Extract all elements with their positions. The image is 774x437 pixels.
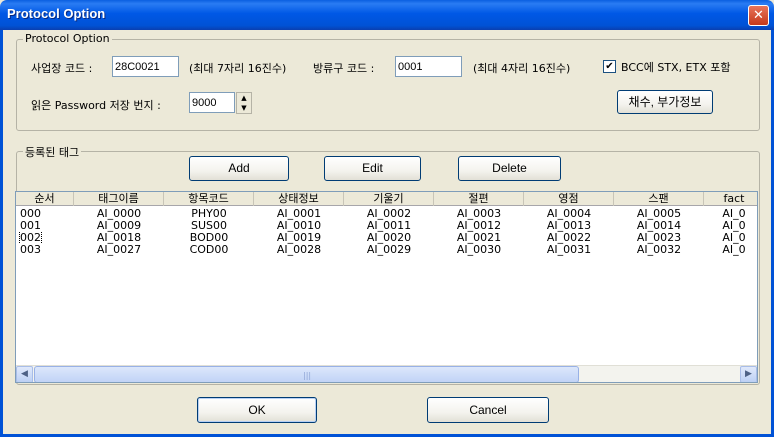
- column-header-span[interactable]: 스팬: [614, 192, 704, 206]
- scrollbar-grip-icon: |||: [303, 371, 312, 380]
- column-header-tag-name[interactable]: 태그이름: [74, 192, 164, 206]
- window-title: Protocol Option: [7, 6, 106, 21]
- table-cell: AI_0010: [276, 220, 322, 232]
- bcc-checkbox[interactable]: ✔: [603, 60, 616, 73]
- table-cell: 000: [20, 208, 41, 220]
- close-button[interactable]: ✕: [748, 5, 769, 26]
- protocol-option-legend: Protocol Option: [23, 32, 112, 45]
- site-code-hint: (최대 7자리 16진수): [189, 62, 287, 75]
- edit-button[interactable]: Edit: [324, 156, 421, 181]
- table-row[interactable]: 001 AI_0009 SUS00 AI_0010 AI_0011 AI_0012 AI_0…: [16, 220, 757, 232]
- table-cell: AI_0003: [456, 208, 502, 220]
- column-header-status[interactable]: 상태정보: [254, 192, 344, 206]
- tag-list-view[interactable]: 순서 태그이름 항목코드 상태정보 기울기 절편 영점 스팬 fact 000 A…: [15, 191, 758, 383]
- list-header: 순서 태그이름 항목코드 상태정보 기울기 절편 영점 스팬 fact: [16, 192, 757, 206]
- table-cell: AI_0023: [636, 232, 682, 244]
- bcc-checkbox-label: BCC에 STX, ETX 포함: [621, 61, 731, 74]
- table-cell: AI_0012: [456, 220, 502, 232]
- outlet-code-label: 방류구 코드 :: [313, 62, 375, 75]
- table-cell: AI_0001: [276, 208, 322, 220]
- table-cell: AI_0013: [546, 220, 592, 232]
- table-cell: AI_0030: [456, 244, 502, 256]
- table-cell: AI_0028: [276, 244, 322, 256]
- table-cell: AI_0014: [636, 220, 682, 232]
- column-header-zero[interactable]: 영점: [524, 192, 614, 206]
- scroll-right-icon[interactable]: ▶: [740, 366, 757, 382]
- spin-down-icon[interactable]: ▼: [237, 103, 251, 113]
- spin-up-icon[interactable]: ▲: [237, 93, 251, 103]
- protocol-option-group: [16, 39, 760, 131]
- table-cell: AI_0032: [636, 244, 682, 256]
- table-cell: AI_0009: [96, 220, 142, 232]
- registered-tags-legend: 등록된 태그: [23, 144, 82, 160]
- site-code-input[interactable]: [112, 56, 179, 77]
- table-cell: AI_0018: [96, 232, 142, 244]
- table-cell: AI_0000: [96, 208, 142, 220]
- outlet-code-hint: (최대 4자리 16진수): [473, 62, 571, 75]
- site-code-label: 사업장 코드 :: [31, 62, 93, 75]
- column-header-slope[interactable]: 기울기: [344, 192, 434, 206]
- table-cell: 002: [16, 232, 74, 244]
- focused-cell-text: 002: [19, 232, 42, 244]
- table-cell: AI_0: [722, 208, 746, 220]
- column-header-order[interactable]: 순서: [16, 192, 74, 206]
- column-header-item-code[interactable]: 항목코드: [164, 192, 254, 206]
- table-row[interactable]: 002 AI_0018 BOD00 AI_0019 AI_0020 AI_0021 AI_0…: [16, 232, 757, 244]
- add-button[interactable]: Add: [189, 156, 289, 181]
- table-cell: AI_0022: [546, 232, 592, 244]
- table-row[interactable]: 000 AI_0000 PHY00 AI_0001 AI_0002 AI_0003 AI_0…: [16, 208, 757, 220]
- column-header-factor[interactable]: fact: [704, 192, 757, 206]
- window-frame-left: [0, 30, 3, 437]
- table-cell: COD00: [189, 244, 229, 256]
- password-address-spinner[interactable]: ▲ ▼: [236, 92, 252, 114]
- table-row[interactable]: 003 AI_0027 COD00 AI_0028 AI_0029 AI_0030 AI_0…: [16, 244, 757, 256]
- outlet-code-input[interactable]: [395, 56, 462, 77]
- ok-button[interactable]: OK: [197, 397, 317, 423]
- table-cell: AI_0011: [366, 220, 412, 232]
- scrollbar-thumb[interactable]: |||: [34, 366, 579, 382]
- table-cell: AI_0: [722, 232, 746, 244]
- table-cell: AI_0002: [366, 208, 412, 220]
- table-cell: AI_0005: [636, 208, 682, 220]
- table-cell: AI_0: [722, 244, 746, 256]
- table-cell: AI_0004: [546, 208, 592, 220]
- cancel-button[interactable]: Cancel: [427, 397, 549, 423]
- scroll-left-icon[interactable]: ◀: [16, 366, 33, 382]
- table-cell: AI_0021: [456, 232, 502, 244]
- column-header-intercept[interactable]: 절편: [434, 192, 524, 206]
- table-cell: AI_0031: [546, 244, 592, 256]
- table-cell: AI_0027: [96, 244, 142, 256]
- table-cell: SUS00: [190, 220, 227, 232]
- table-cell: 001: [20, 220, 41, 232]
- table-cell: 003: [20, 244, 41, 256]
- password-address-label: 읽은 Password 저장 번지 :: [31, 99, 161, 112]
- table-cell: BOD00: [189, 232, 229, 244]
- table-cell: AI_0019: [276, 232, 322, 244]
- table-cell: AI_0029: [366, 244, 412, 256]
- table-cell: AI_0020: [366, 232, 412, 244]
- table-cell: PHY00: [191, 208, 227, 220]
- delete-button[interactable]: Delete: [458, 156, 561, 181]
- password-address-input[interactable]: [189, 92, 235, 113]
- extra-info-button[interactable]: 채수, 부가정보: [617, 90, 713, 114]
- horizontal-scrollbar[interactable]: ◀ ||| ▶: [16, 365, 757, 382]
- table-cell: AI_0: [722, 220, 746, 232]
- title-bar[interactable]: Protocol Option ✕: [0, 0, 774, 30]
